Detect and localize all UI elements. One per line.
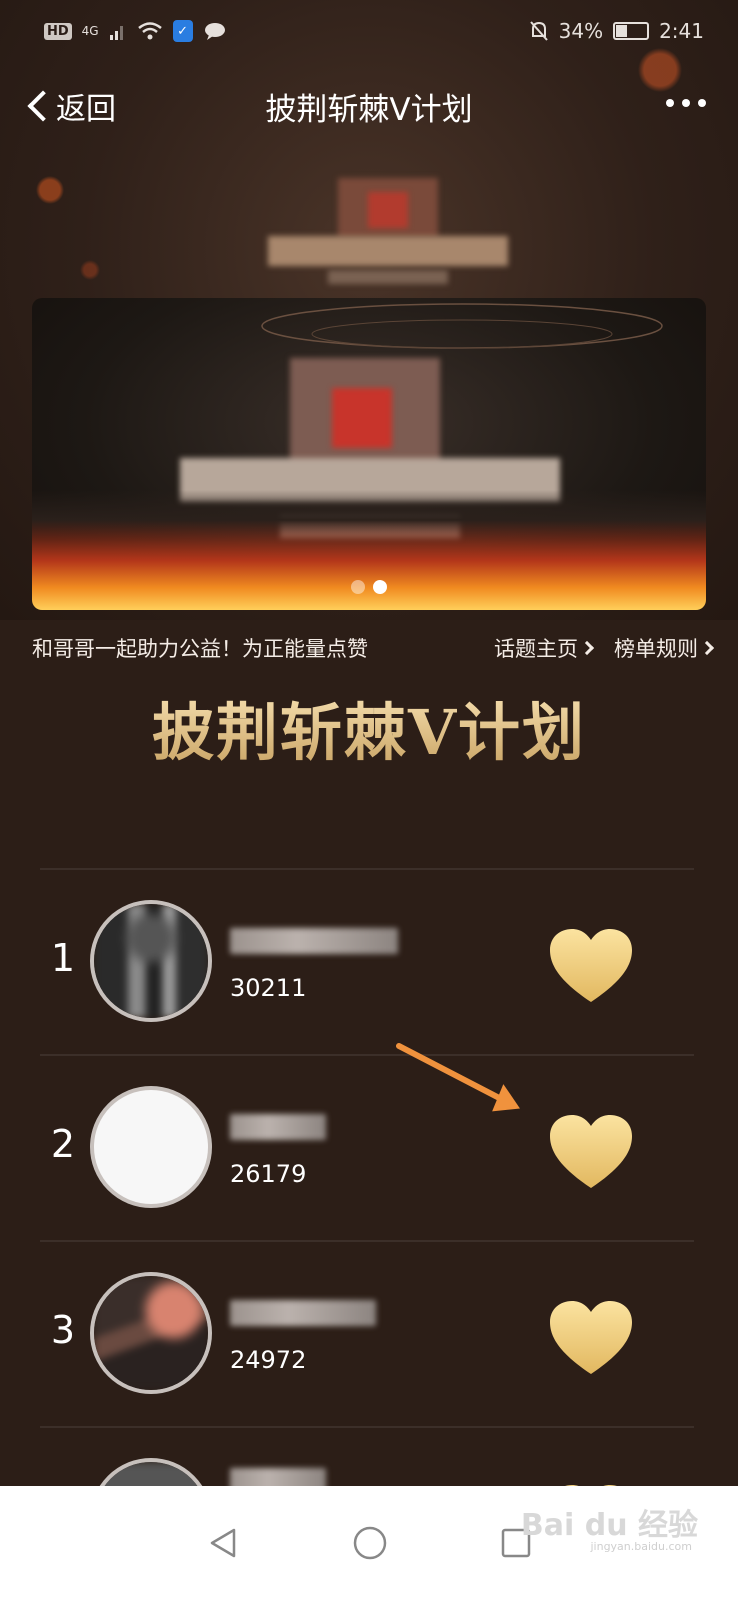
- nav-back-icon[interactable]: [206, 1526, 240, 1560]
- username-blurred: [230, 1114, 326, 1140]
- battery-level: [616, 25, 627, 37]
- rank-number: 1: [50, 936, 76, 980]
- banner-fire: [32, 520, 706, 610]
- watermark-logo: Bai du 经验: [520, 1508, 698, 1543]
- logo-emblem-center: [368, 192, 408, 228]
- username-blurred: [230, 928, 398, 954]
- carousel-dot[interactable]: [373, 580, 387, 594]
- nav-bar: 返回 披荆斩棘V计划: [0, 62, 738, 148]
- chevron-right-icon: [699, 640, 715, 656]
- status-right: 34% 2:41: [529, 19, 704, 43]
- signal-icon: [109, 26, 123, 40]
- ranking-rules-link[interactable]: 榜单规则: [614, 633, 715, 663]
- banner-carousel[interactable]: [32, 298, 706, 610]
- avatar-image: [94, 904, 208, 1018]
- more-dots-icon: [666, 99, 706, 107]
- avatar[interactable]: [90, 1086, 212, 1208]
- nav-home-icon[interactable]: [352, 1525, 388, 1561]
- battery-percent: 34%: [558, 19, 604, 43]
- rank-number: 3: [50, 1308, 76, 1352]
- topic-row: 和哥哥一起助力公益！为正能量点赞 话题主页 榜单规则: [32, 628, 715, 668]
- status-bar: HD 4G ✓ 34% 2:41: [0, 0, 738, 62]
- topic-home-label: 话题主页: [494, 637, 578, 661]
- network-label: 4G: [81, 24, 99, 38]
- ranking-row[interactable]: 3 24972: [40, 1242, 694, 1426]
- battery-icon: [613, 22, 650, 40]
- chevron-right-icon: [579, 640, 595, 656]
- username-blurred: [230, 1300, 376, 1326]
- message-icon: [204, 23, 225, 40]
- carousel-dot[interactable]: [351, 580, 365, 594]
- heart-icon[interactable]: [548, 1300, 634, 1376]
- vote-score: 30211: [230, 974, 307, 1002]
- hero-logo: [268, 178, 508, 288]
- status-left: HD 4G ✓: [44, 20, 227, 42]
- wifi-icon: [137, 22, 162, 40]
- topic-description: 和哥哥一起助力公益！为正能量点赞: [32, 637, 368, 661]
- watermark-url: jingyan.baidu.com: [590, 1540, 692, 1553]
- rank-number: 2: [50, 1122, 76, 1166]
- banner-emblem-center: [332, 388, 392, 448]
- more-button[interactable]: [664, 90, 708, 110]
- ranking-row[interactable]: 2 26179: [40, 1056, 694, 1240]
- vote-score: 26179: [230, 1160, 307, 1188]
- annotation-arrow: [396, 1043, 520, 1112]
- avatar-image: [94, 1276, 208, 1390]
- ranking-rules-label: 榜单规则: [614, 637, 698, 661]
- hd-badge: HD: [44, 22, 72, 40]
- vote-score: 24972: [230, 1346, 307, 1374]
- logo-subtext-blur: [328, 270, 448, 284]
- bell-off-icon: [529, 21, 548, 41]
- avatar[interactable]: [90, 900, 212, 1022]
- heart-icon[interactable]: [548, 1114, 634, 1190]
- logo-text-blur: [268, 236, 508, 266]
- page-title: 披荆斩棘V计划: [265, 92, 473, 128]
- ranking-row[interactable]: 1 30211: [40, 870, 694, 1054]
- heart-icon[interactable]: [548, 928, 634, 1004]
- avatar[interactable]: [90, 1272, 212, 1394]
- carousel-dots: [32, 580, 706, 594]
- clock: 2:41: [659, 19, 704, 43]
- topic-home-link[interactable]: 话题主页: [494, 633, 595, 663]
- list-title: 披荆斩棘V计划: [0, 682, 738, 772]
- shield-icon: ✓: [172, 20, 193, 42]
